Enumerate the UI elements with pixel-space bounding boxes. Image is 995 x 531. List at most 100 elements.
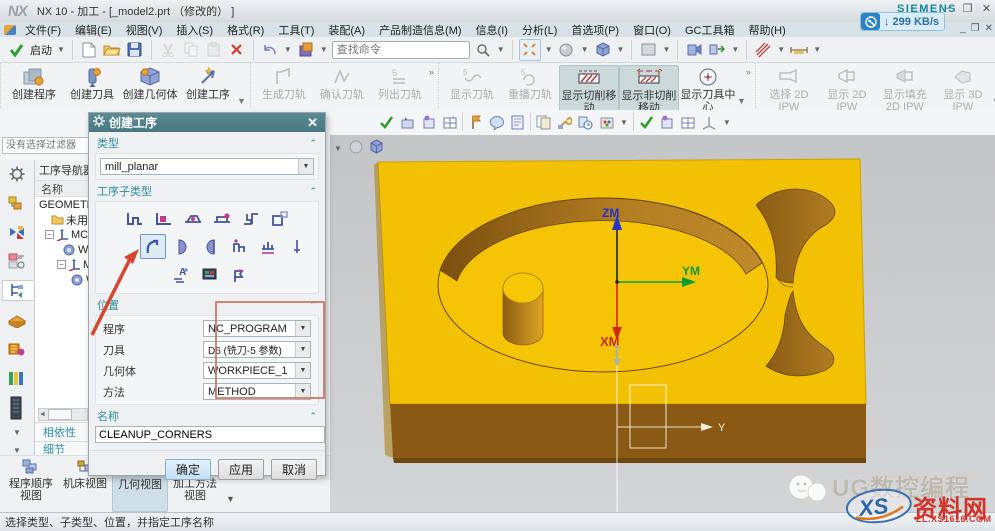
mini-dropdown-icon[interactable]: ▼ — [334, 144, 342, 153]
search-icon[interactable] — [473, 40, 493, 60]
open-icon[interactable] — [102, 40, 122, 60]
operation-name-input[interactable] — [95, 426, 325, 443]
tool-combo-dropdown-icon[interactable]: ▼ — [295, 342, 310, 357]
finish-walls-icon[interactable] — [169, 234, 195, 259]
assembly-navigator-icon[interactable] — [5, 193, 29, 213]
measure-dropdown-icon[interactable]: ▼ — [813, 45, 821, 54]
wrench-icon[interactable] — [556, 114, 573, 131]
name-section-header[interactable]: 名称 ⌃ — [89, 405, 325, 426]
planar-text-icon[interactable] — [256, 234, 282, 259]
program-combo[interactable]: NC_PROGRAM ▼ — [203, 320, 311, 337]
hole-milling-icon[interactable] — [226, 262, 252, 287]
constraint-navigator-icon[interactable] — [5, 222, 29, 242]
replay-toolpath-button[interactable]: 5 重播刀轨 — [501, 65, 559, 101]
tab-program-order-view[interactable]: 程序顺序视图 — [4, 456, 58, 512]
geometry-combo-dropdown-icon[interactable]: ▼ — [295, 363, 310, 378]
doc-minimize-button[interactable]: _ — [960, 23, 966, 34]
close-button[interactable]: ✕ — [980, 2, 993, 15]
resource-bar-scroll-down-icon[interactable]: ▼ — [13, 428, 21, 437]
type-combo[interactable]: mill_planar ▼ — [100, 158, 314, 175]
menu-edit[interactable]: 编辑(E) — [68, 22, 119, 38]
history-clock-icon[interactable] — [577, 114, 594, 131]
engraving-text-icon[interactable]: A — [168, 262, 194, 287]
save-icon[interactable] — [125, 40, 145, 60]
show-hide-icon[interactable] — [684, 40, 704, 60]
face-milling-icon[interactable] — [180, 206, 206, 231]
command-finder-icon[interactable] — [296, 40, 316, 60]
grid-icon[interactable] — [441, 114, 458, 131]
cube-dropdown-icon[interactable]: ▼ — [617, 45, 625, 54]
section-dropdown-icon[interactable]: ▼ — [777, 45, 785, 54]
fit-dropdown-icon[interactable]: ▼ — [545, 45, 553, 54]
paste-icon[interactable] — [204, 40, 224, 60]
planar-profile-icon[interactable] — [267, 206, 293, 231]
view-cube-icon[interactable] — [593, 40, 613, 60]
roles-gear-icon[interactable] — [5, 164, 29, 184]
method-combo-dropdown-icon[interactable]: ▼ — [295, 384, 310, 399]
copy-icon[interactable] — [181, 40, 201, 60]
start-icon[interactable] — [6, 40, 26, 60]
menu-view[interactable]: 视图(V) — [119, 22, 170, 38]
menu-insert[interactable]: 插入(S) — [169, 22, 220, 38]
create-program-button[interactable]: 创建程序 — [5, 65, 63, 101]
generate-toolpath-button[interactable]: 生成刀轨 — [255, 65, 313, 101]
measure-icon[interactable] — [789, 40, 809, 60]
menu-file[interactable]: 文件(F) — [18, 22, 68, 38]
reuse-library-icon[interactable] — [5, 339, 29, 359]
delete-icon[interactable] — [227, 40, 247, 60]
eye-island-cylinder[interactable] — [502, 272, 544, 346]
subtype-collapse-icon[interactable]: ⌃ — [309, 186, 317, 197]
layer-settings-icon[interactable] — [399, 114, 416, 131]
move-dropdown-icon[interactable]: ▼ — [731, 45, 739, 54]
menu-assemblies[interactable]: 装配(A) — [321, 22, 372, 38]
collapse-icon[interactable]: − — [57, 260, 66, 269]
flag-icon[interactable] — [467, 114, 484, 131]
doc-close-button[interactable]: ✕ — [985, 23, 993, 34]
window-style-icon[interactable] — [638, 40, 658, 60]
palette-dropdown-icon[interactable]: ▼ — [620, 118, 628, 127]
command-search-input[interactable] — [331, 40, 470, 59]
display-group-more-icon[interactable]: ▼ — [737, 96, 746, 106]
navigator-h-scrollbar[interactable]: ◄ — [38, 408, 88, 421]
menu-help[interactable]: 帮助(H) — [741, 22, 792, 38]
view-orient-2-icon[interactable] — [659, 114, 676, 131]
menu-format[interactable]: 格式(R) — [220, 22, 271, 38]
doc-restore-button[interactable]: ❐ — [971, 23, 980, 34]
menu-analysis[interactable]: 分析(L) — [515, 22, 564, 38]
create-operation-button[interactable]: 创建工序 — [179, 65, 237, 101]
create-geometry-button[interactable]: 创建几何体 — [121, 65, 179, 101]
show-cutting-moves-button[interactable]: 显示切削移动 — [558, 65, 619, 115]
graphics-viewport[interactable]: Y ZM YM XM — [330, 135, 995, 512]
type-combo-dropdown-icon[interactable]: ▼ — [298, 159, 313, 174]
planar-mill-icon[interactable] — [238, 206, 264, 231]
user-defined-icon[interactable] — [197, 262, 223, 287]
web-browser-books-icon[interactable] — [5, 368, 29, 388]
finish-floor-icon[interactable] — [198, 234, 224, 259]
search-dropdown-icon[interactable]: ▼ — [497, 45, 505, 54]
note-icon[interactable] — [509, 114, 526, 131]
toolpath-group-overflow-icon[interactable]: » — [429, 67, 434, 77]
window-dropdown-icon[interactable]: ▼ — [662, 45, 670, 54]
start-dropdown-icon[interactable]: ▼ — [57, 45, 65, 54]
menu-gc-toolbox[interactable]: GC工具箱 — [678, 22, 742, 38]
location-collapse-icon[interactable]: ⌃ — [309, 300, 317, 311]
tabs-more-icon[interactable]: ▼ — [226, 494, 235, 504]
location-section-header[interactable]: 位置 ⌃ — [89, 294, 325, 315]
cleanup-corners-icon[interactable] — [140, 234, 166, 259]
ok-button[interactable]: 确定 — [165, 459, 211, 480]
cut-icon[interactable] — [158, 40, 178, 60]
show-filled-2d-ipw-button[interactable]: 显示填充 2D IPW — [876, 65, 934, 113]
move-object-icon[interactable] — [707, 40, 727, 60]
verify-toolpath-button[interactable]: 确认刀轨 — [313, 65, 371, 101]
menu-information[interactable]: 信息(I) — [469, 22, 515, 38]
show-tool-center-button[interactable]: 显示刀具中心 — [679, 65, 737, 113]
undo-icon[interactable] — [260, 40, 280, 60]
show-toolpath-button[interactable]: 5 显示刀轨 — [443, 65, 501, 101]
collapse-icon[interactable]: − — [45, 230, 54, 239]
operation-navigator-icon[interactable] — [1, 279, 33, 302]
type-section-header[interactable]: 类型 ⌃ — [89, 132, 325, 153]
restore-button[interactable]: ❐ — [961, 2, 974, 15]
thread-milling-icon[interactable] — [227, 234, 253, 259]
edit-section-icon[interactable] — [753, 40, 773, 60]
show-non-cutting-moves-button[interactable]: 显示非切削移动 — [618, 65, 679, 115]
